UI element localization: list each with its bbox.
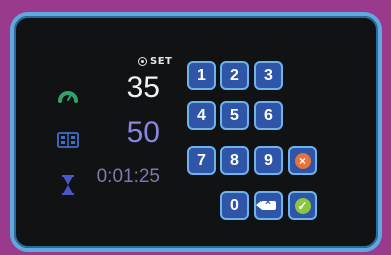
key-3[interactable]: 3 — [254, 61, 283, 90]
key-5[interactable]: 5 — [220, 101, 249, 130]
key-6[interactable]: 6 — [254, 101, 283, 130]
backspace-button[interactable] — [254, 191, 283, 220]
timer-value: 0:01:25 — [96, 166, 160, 187]
confirm-button[interactable]: ✓ — [288, 191, 317, 220]
key-8[interactable]: 8 — [220, 146, 249, 175]
key-2[interactable]: 2 — [220, 61, 249, 90]
switch-icon — [57, 132, 79, 148]
key-9[interactable]: 9 — [254, 146, 283, 175]
hourglass-icon — [62, 175, 74, 195]
cancel-button[interactable]: × — [288, 146, 317, 175]
check-icon: ✓ — [294, 197, 311, 214]
target-icon — [138, 57, 147, 66]
key-4[interactable]: 4 — [187, 101, 216, 130]
key-1[interactable]: 1 — [187, 61, 216, 90]
cancel-icon: × — [294, 152, 311, 169]
key-0[interactable]: 0 — [220, 191, 249, 220]
set-value: 50 — [126, 116, 160, 149]
set-label: SET — [138, 56, 172, 67]
set-label-text: SET — [150, 56, 173, 67]
speed-gauge-icon — [58, 91, 78, 103]
device-screen: SET 35 50 0:01:25 1 2 3 4 5 6 7 8 9 × 0 … — [10, 12, 382, 252]
backspace-icon — [256, 197, 276, 210]
speed-value: 35 — [126, 71, 160, 104]
key-7[interactable]: 7 — [187, 146, 216, 175]
